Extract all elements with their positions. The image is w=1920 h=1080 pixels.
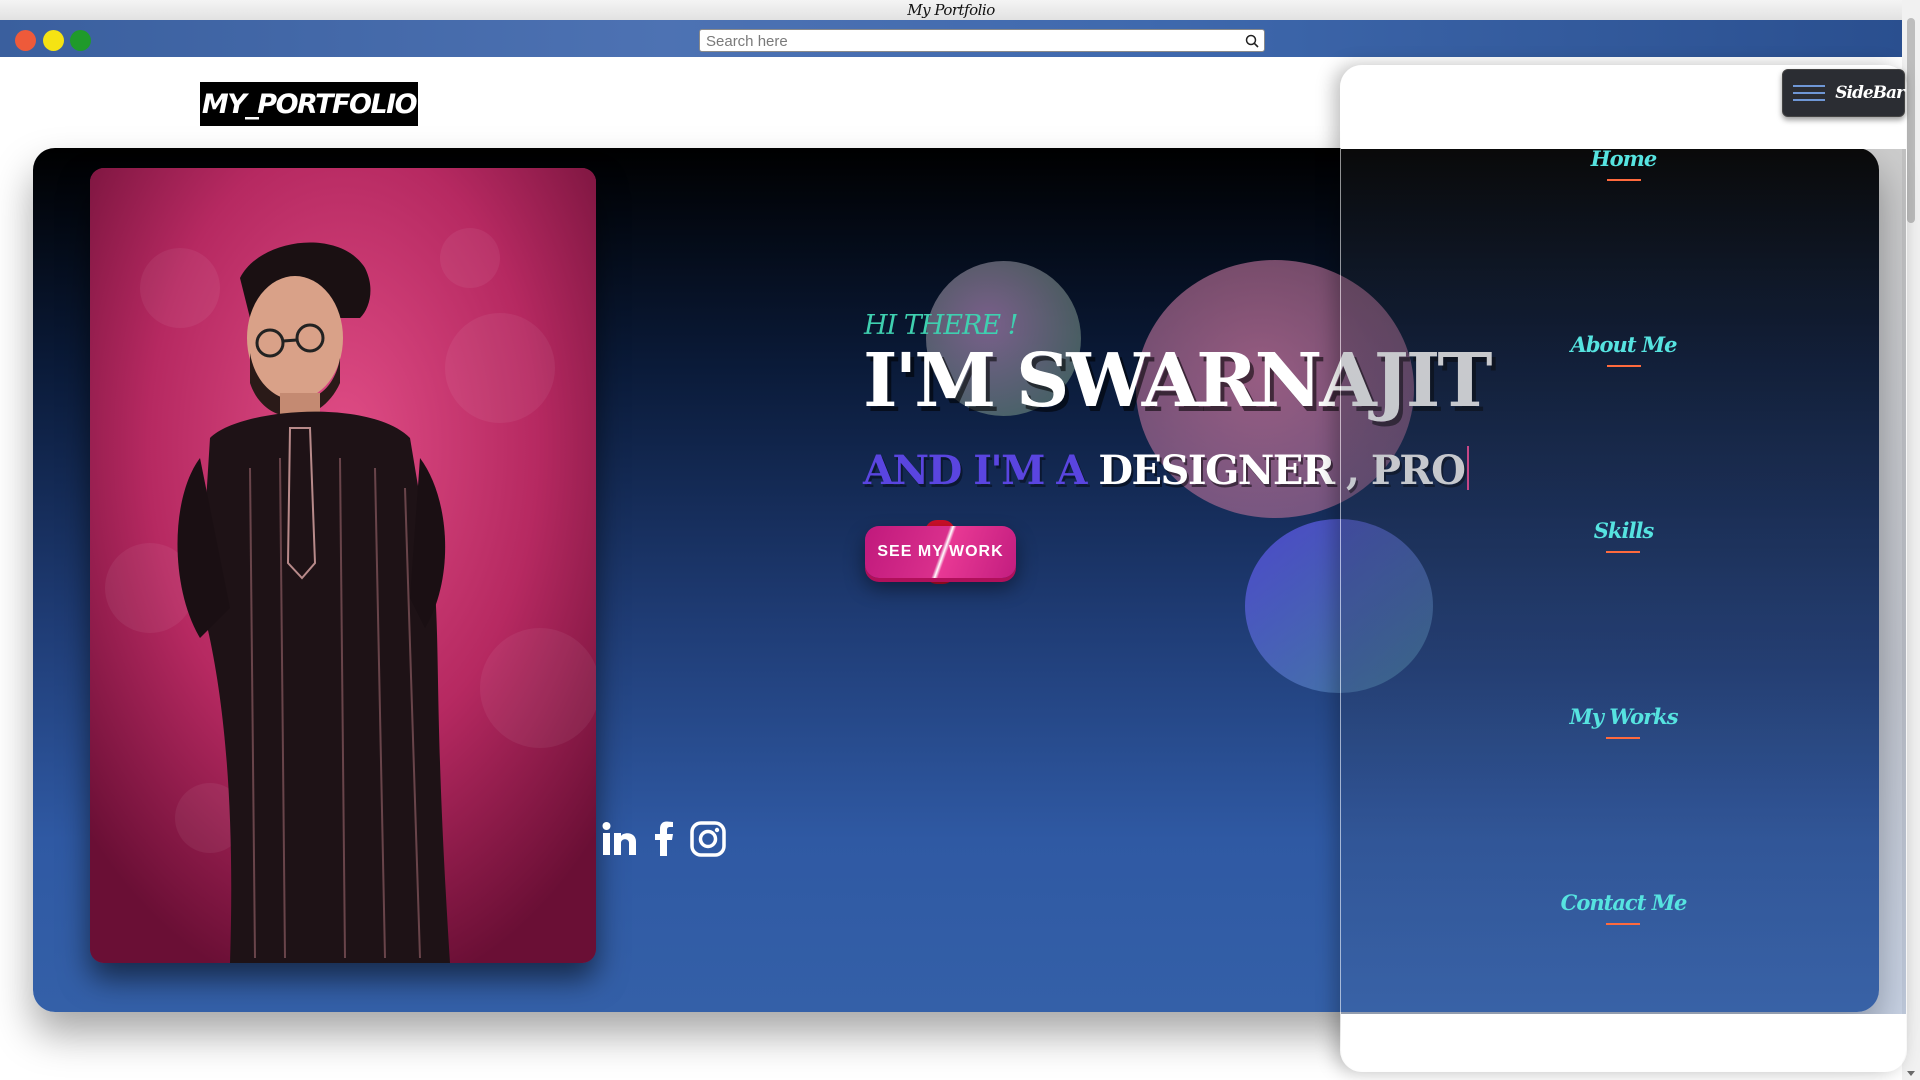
sidebar-item-label: Skills bbox=[1594, 518, 1654, 553]
sidebar-item-skills[interactable]: Skills bbox=[1341, 518, 1906, 553]
profile-photo bbox=[90, 168, 596, 963]
social-links bbox=[600, 820, 726, 862]
search-box bbox=[699, 29, 1265, 52]
sidebar-toggle-button[interactable]: SideBar bbox=[1782, 69, 1905, 117]
see-my-work-button[interactable]: SEE MY WORK bbox=[865, 526, 1016, 578]
search-input[interactable] bbox=[704, 31, 1243, 52]
sidebar-item-contact-me[interactable]: Contact Me bbox=[1341, 890, 1906, 925]
sidebar-overlay bbox=[1341, 149, 1906, 1014]
sidebar-item-label: Contact Me bbox=[1561, 890, 1687, 925]
close-window-button[interactable] bbox=[15, 30, 36, 51]
hamburger-icon bbox=[1793, 80, 1826, 106]
sidebar-panel: Home About Me Skills My Works Contact Me bbox=[1340, 65, 1907, 1072]
role-prefix: AND I'M A bbox=[863, 447, 1087, 494]
scrollbar-thumb[interactable] bbox=[1907, 18, 1915, 223]
sidebar-item-label: About Me bbox=[1571, 332, 1677, 367]
window-titlebar: My Portfolio bbox=[0, 0, 1902, 21]
site-logo[interactable]: MY_PORTFOLIO bbox=[200, 82, 418, 126]
sidebar-bottom-area bbox=[1341, 1014, 1906, 1071]
sidebar-item-label: Home bbox=[1591, 146, 1657, 181]
sidebar-item-home[interactable]: Home bbox=[1341, 146, 1906, 181]
instagram-icon[interactable] bbox=[690, 821, 726, 861]
linkedin-icon[interactable] bbox=[600, 820, 638, 862]
window-title: My Portfolio bbox=[907, 1, 995, 19]
sidebar-item-my-works[interactable]: My Works bbox=[1341, 704, 1906, 739]
maximize-window-button[interactable] bbox=[70, 30, 91, 51]
search-icon[interactable] bbox=[1242, 31, 1262, 50]
sidebar-item-label: My Works bbox=[1569, 704, 1679, 739]
sidebar-toggle-label: SideBar bbox=[1835, 83, 1905, 103]
facebook-icon[interactable] bbox=[652, 820, 676, 862]
hero-greeting: HI THERE ! bbox=[864, 310, 1019, 341]
minimize-window-button[interactable] bbox=[43, 30, 64, 51]
browser-toolbar bbox=[0, 20, 1902, 57]
sidebar-item-about-me[interactable]: About Me bbox=[1341, 332, 1906, 367]
scroll-down-arrow-icon[interactable] bbox=[1907, 1071, 1915, 1076]
